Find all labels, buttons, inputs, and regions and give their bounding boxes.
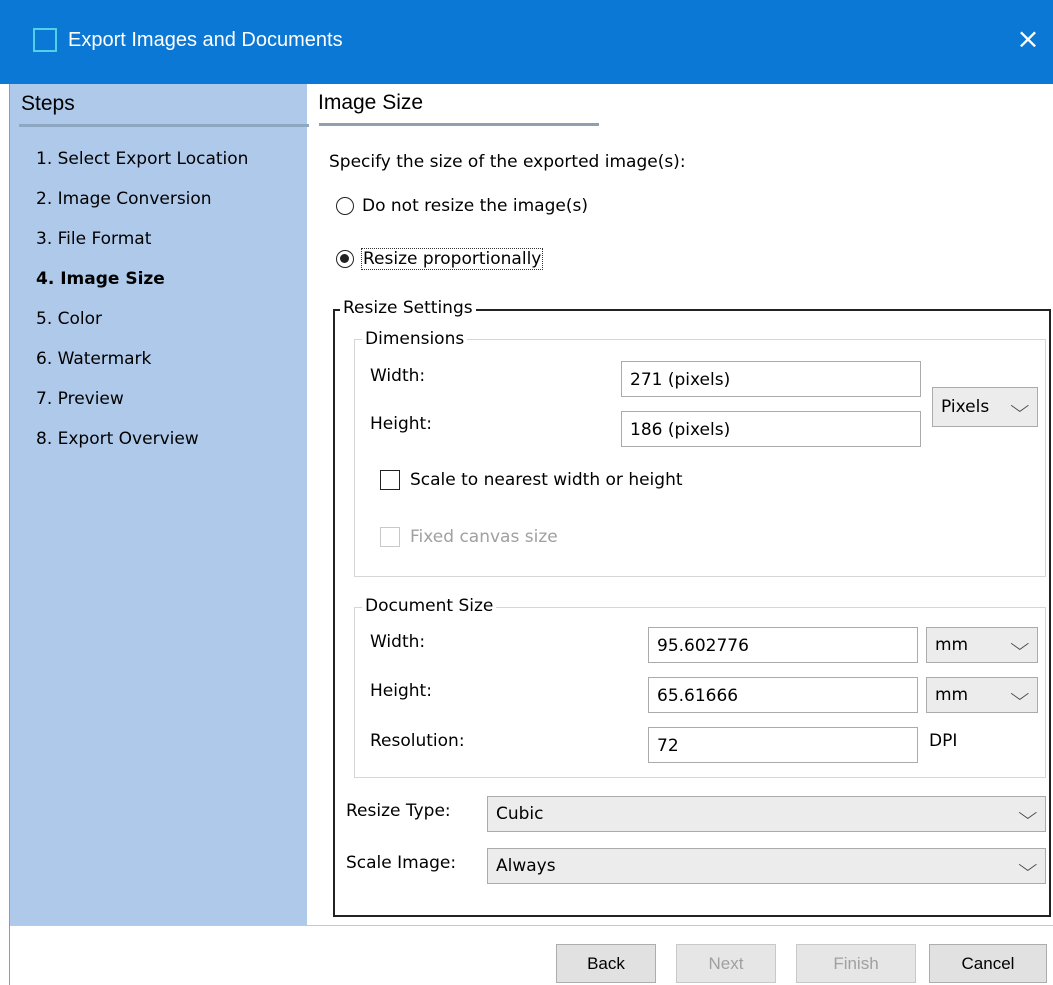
- step-image-size[interactable]: 4. Image Size: [36, 269, 165, 289]
- resolution-unit: DPI: [929, 731, 958, 751]
- dimensions-width-input[interactable]: 271 (pixels): [621, 361, 921, 397]
- chevron-down-icon: ⌵: [1010, 634, 1030, 655]
- radio-no-resize[interactable]: Do not resize the image(s): [336, 196, 588, 216]
- dimensions-height-label: Height:: [370, 414, 432, 434]
- step-watermark[interactable]: 6. Watermark: [36, 349, 151, 369]
- resolution-label: Resolution:: [370, 731, 465, 751]
- chevron-down-icon: ⌵: [1018, 803, 1038, 824]
- finish-button[interactable]: Finish: [796, 944, 916, 983]
- scale-image-select[interactable]: Always ⌵: [487, 848, 1046, 884]
- radio-resize-proportionally[interactable]: Resize proportionally: [336, 248, 544, 270]
- scale-image-label: Scale Image:: [346, 853, 457, 873]
- scale-nearest-label: Scale to nearest width or height: [410, 470, 683, 490]
- back-button[interactable]: Back: [556, 944, 656, 983]
- dimensions-label: Dimensions: [362, 329, 468, 349]
- chevron-down-icon: ⌵: [1018, 855, 1038, 876]
- document-height-unit-value: mm: [935, 685, 969, 705]
- step-export-overview[interactable]: 8. Export Overview: [36, 429, 199, 449]
- app-icon: [33, 28, 57, 52]
- radio-resize-proportionally-label: Resize proportionally: [360, 248, 544, 270]
- document-size-label: Document Size: [362, 596, 497, 616]
- chevron-down-icon: ⌵: [1010, 684, 1030, 705]
- window-left-edge: [0, 84, 10, 985]
- resize-type-label: Resize Type:: [346, 801, 451, 821]
- step-preview[interactable]: 7. Preview: [36, 389, 124, 409]
- radio-button-checked[interactable]: [336, 250, 354, 268]
- document-height-unit-select[interactable]: mm ⌵: [926, 677, 1038, 713]
- resize-settings-label: Resize Settings: [340, 298, 476, 318]
- step-image-conversion[interactable]: 2. Image Conversion: [36, 189, 212, 209]
- radio-no-resize-label: Do not resize the image(s): [362, 196, 588, 216]
- fixed-canvas-label: Fixed canvas size: [410, 527, 558, 547]
- radio-button[interactable]: [336, 197, 354, 215]
- steps-title: Steps: [21, 92, 75, 115]
- cancel-button[interactable]: Cancel: [929, 944, 1047, 983]
- document-height-label: Height:: [370, 681, 432, 701]
- fixed-canvas-checkbox: Fixed canvas size: [380, 527, 558, 547]
- step-select-export-location[interactable]: 1. Select Export Location: [36, 149, 248, 169]
- dimensions-unit-value: Pixels: [941, 397, 990, 417]
- document-width-unit-value: mm: [935, 635, 969, 655]
- step-color[interactable]: 5. Color: [36, 309, 102, 329]
- page-title-divider: [319, 123, 599, 126]
- scale-image-value: Always: [496, 856, 556, 876]
- resize-type-select[interactable]: Cubic ⌵: [487, 796, 1046, 832]
- footer-divider: [10, 925, 1053, 926]
- instruction-text: Specify the size of the exported image(s…: [329, 152, 686, 172]
- checkbox-disabled: [380, 527, 400, 547]
- document-height-input[interactable]: 65.61666: [648, 677, 918, 713]
- next-button[interactable]: Next: [676, 944, 776, 983]
- close-icon[interactable]: ×: [1011, 22, 1045, 56]
- window-title: Export Images and Documents: [68, 29, 343, 51]
- chevron-down-icon: ⌵: [1010, 396, 1030, 417]
- document-width-unit-select[interactable]: mm ⌵: [926, 627, 1038, 663]
- dimensions-unit-select[interactable]: Pixels ⌵: [932, 387, 1038, 427]
- resolution-input[interactable]: 72: [648, 727, 918, 763]
- title-bar: Export Images and Documents ×: [0, 0, 1053, 84]
- steps-sidebar: Steps 1. Select Export Location 2. Image…: [10, 84, 309, 925]
- resize-type-value: Cubic: [496, 804, 544, 824]
- steps-divider: [19, 124, 309, 127]
- dimensions-height-input[interactable]: 186 (pixels): [621, 411, 921, 447]
- checkbox[interactable]: [380, 470, 400, 490]
- dimensions-width-label: Width:: [370, 366, 426, 386]
- document-width-label: Width:: [370, 632, 426, 652]
- document-width-input[interactable]: 95.602776: [648, 627, 918, 663]
- step-file-format[interactable]: 3. File Format: [36, 229, 151, 249]
- page-title: Image Size: [318, 91, 424, 114]
- scale-nearest-checkbox[interactable]: Scale to nearest width or height: [380, 470, 683, 490]
